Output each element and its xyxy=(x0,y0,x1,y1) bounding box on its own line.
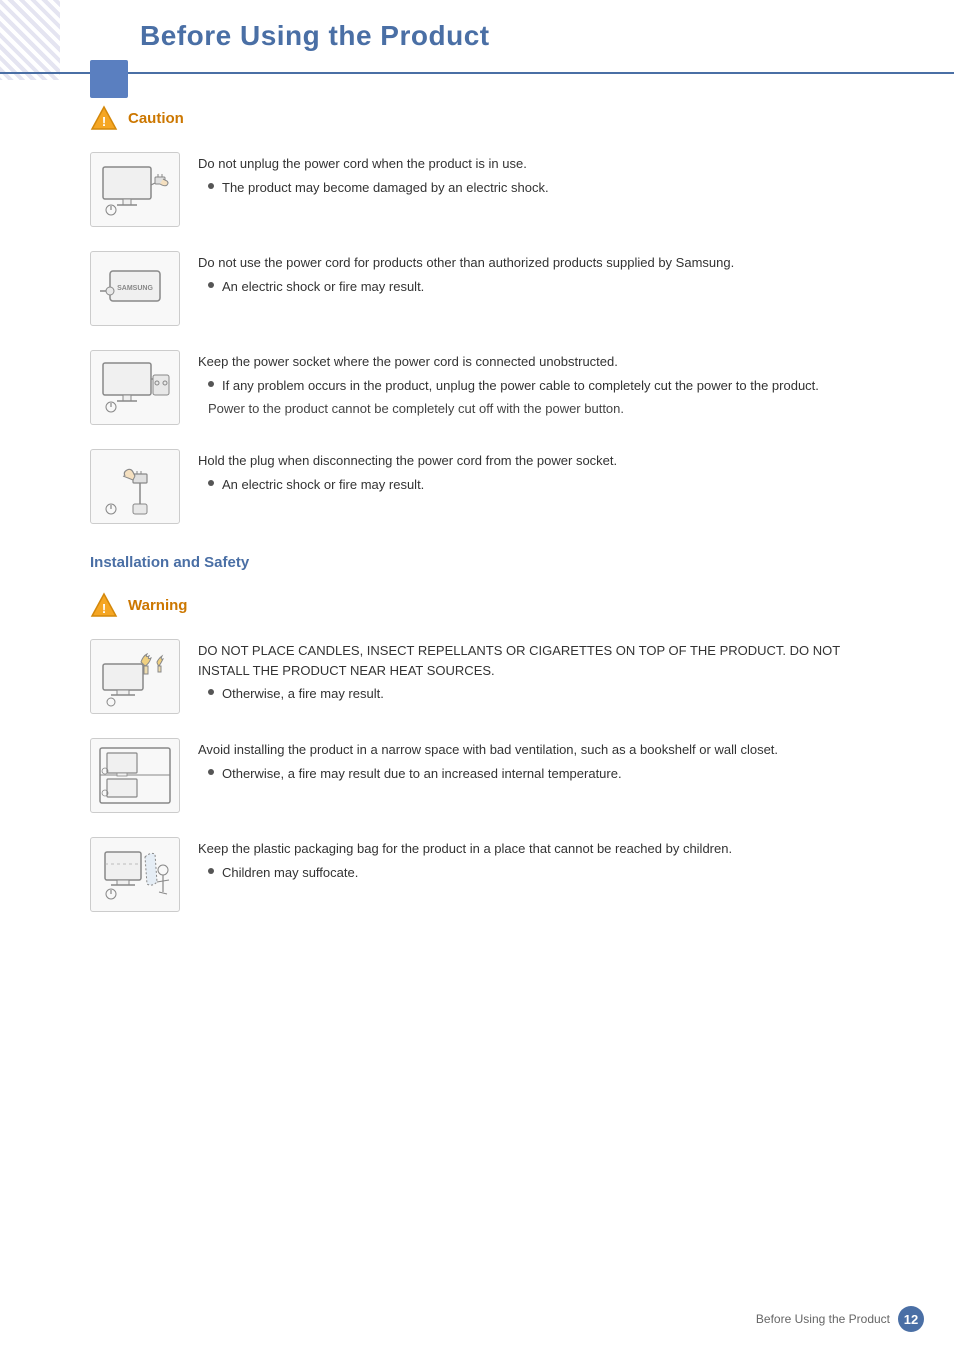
caution-bullet-2-0: An electric shock or fire may result. xyxy=(208,277,894,297)
header-accent-block xyxy=(90,60,128,98)
warning-bullet-3-0: Children may suffocate. xyxy=(208,863,894,883)
caution-item-2: SAMSUNG Do not use the power cord for pr… xyxy=(90,251,894,326)
caution-label: Caution xyxy=(128,110,184,127)
warning-main-1: DO NOT PLACE CANDLES, INSECT REPELLANTS … xyxy=(198,641,894,680)
caution-text-3: Keep the power socket where the power co… xyxy=(198,350,894,419)
page-title: Before Using the Product xyxy=(140,20,894,52)
warning-triangle-icon: ! xyxy=(90,591,118,619)
warning-badge: ! Warning xyxy=(90,591,894,619)
warning-item-1: DO NOT PLACE CANDLES, INSECT REPELLANTS … xyxy=(90,639,894,714)
installation-safety-title: Installation and Safety xyxy=(90,554,894,571)
bullet-icon xyxy=(208,282,214,288)
caution-subnote-3-0: Power to the product cannot be completel… xyxy=(208,399,894,419)
svg-text:SAMSUNG: SAMSUNG xyxy=(117,285,153,292)
caution-triangle-icon: ! xyxy=(90,104,118,132)
caution-bullet-3-0: If any problem occurs in the product, un… xyxy=(208,376,894,396)
svg-text:!: ! xyxy=(102,114,106,129)
svg-text:!: ! xyxy=(102,601,106,616)
caution-bullet-text-2-0: An electric shock or fire may result. xyxy=(222,277,424,297)
caution-bullet-4-0: An electric shock or fire may result. xyxy=(208,475,894,495)
warning-item-3: Keep the plastic packaging bag for the p… xyxy=(90,837,894,912)
caution-text-2: Do not use the power cord for products o… xyxy=(198,251,894,296)
page-footer: Before Using the Product 12 xyxy=(756,1306,924,1332)
caution-item-4: Hold the plug when disconnecting the pow… xyxy=(90,449,894,524)
caution-main-4: Hold the plug when disconnecting the pow… xyxy=(198,451,894,471)
bullet-icon xyxy=(208,480,214,486)
warning-main-2: Avoid installing the product in a narrow… xyxy=(198,740,894,760)
warning-illus-2 xyxy=(90,738,180,813)
caution-bullet-1-0: The product may become damaged by an ele… xyxy=(208,178,894,198)
bullet-icon xyxy=(208,381,214,387)
main-content: ! Caution D xyxy=(0,104,954,976)
bullet-icon xyxy=(208,689,214,695)
warning-label: Warning xyxy=(128,597,187,614)
bullet-icon xyxy=(208,769,214,775)
warning-main-3: Keep the plastic packaging bag for the p… xyxy=(198,839,894,859)
page-header: Before Using the Product xyxy=(0,0,954,74)
warning-bullet-2-0: Otherwise, a fire may result due to an i… xyxy=(208,764,894,784)
bullet-icon xyxy=(208,868,214,874)
warning-illus-3 xyxy=(90,837,180,912)
page-number: 12 xyxy=(898,1306,924,1332)
warning-text-2: Avoid installing the product in a narrow… xyxy=(198,738,894,783)
caution-illus-1 xyxy=(90,152,180,227)
warning-bullet-text-3-0: Children may suffocate. xyxy=(222,863,358,883)
caution-badge: ! Caution xyxy=(90,104,894,132)
caution-main-2: Do not use the power cord for products o… xyxy=(198,253,894,273)
warning-bullet-text-2-0: Otherwise, a fire may result due to an i… xyxy=(222,764,622,784)
caution-main-1: Do not unplug the power cord when the pr… xyxy=(198,154,894,174)
caution-item-1: Do not unplug the power cord when the pr… xyxy=(90,152,894,227)
caution-text-4: Hold the plug when disconnecting the pow… xyxy=(198,449,894,494)
caution-illus-3 xyxy=(90,350,180,425)
caution-illus-2: SAMSUNG xyxy=(90,251,180,326)
footer-text: Before Using the Product xyxy=(756,1312,890,1326)
caution-text-1: Do not unplug the power cord when the pr… xyxy=(198,152,894,197)
caution-bullet-text-4-0: An electric shock or fire may result. xyxy=(222,475,424,495)
caution-item-3: Keep the power socket where the power co… xyxy=(90,350,894,425)
caution-bullet-text-1-0: The product may become damaged by an ele… xyxy=(222,178,549,198)
caution-illus-4 xyxy=(90,449,180,524)
warning-bullet-text-1-0: Otherwise, a fire may result. xyxy=(222,684,384,704)
warning-illus-1 xyxy=(90,639,180,714)
caution-bullet-text-3-0: If any problem occurs in the product, un… xyxy=(222,376,819,396)
warning-item-2: Avoid installing the product in a narrow… xyxy=(90,738,894,813)
warning-text-3: Keep the plastic packaging bag for the p… xyxy=(198,837,894,882)
warning-bullet-1-0: Otherwise, a fire may result. xyxy=(208,684,894,704)
warning-text-1: DO NOT PLACE CANDLES, INSECT REPELLANTS … xyxy=(198,639,894,704)
bullet-icon xyxy=(208,183,214,189)
caution-main-3: Keep the power socket where the power co… xyxy=(198,352,894,372)
